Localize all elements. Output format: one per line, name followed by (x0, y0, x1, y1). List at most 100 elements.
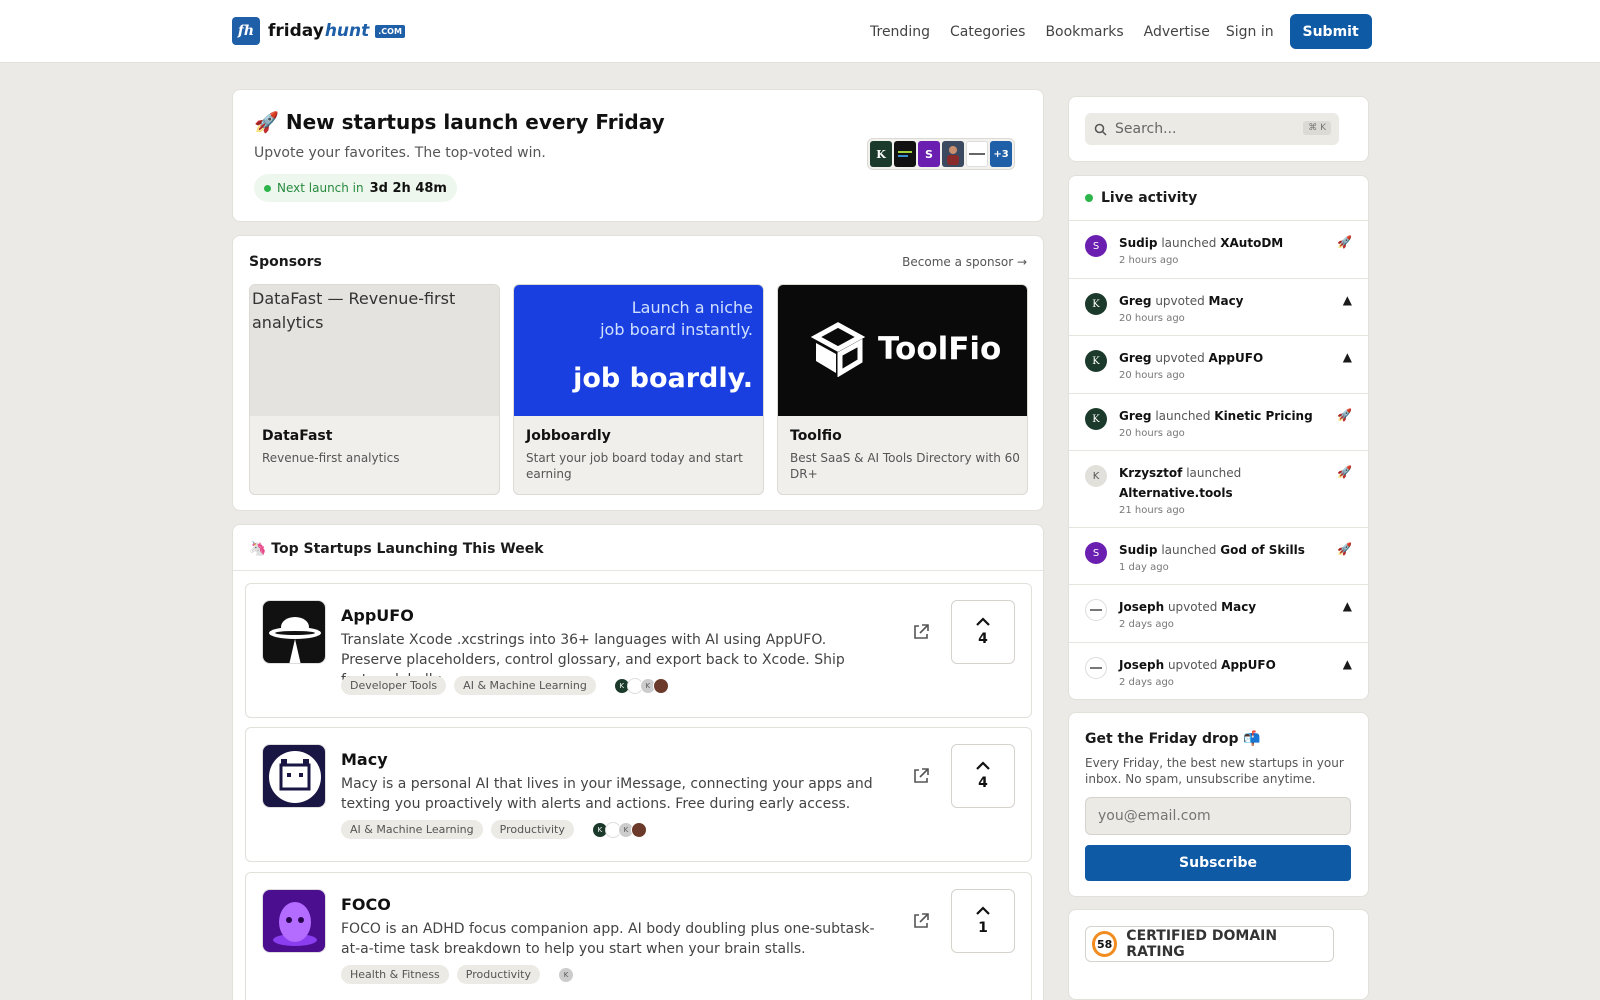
tag[interactable]: AI & Machine Learning (341, 820, 483, 839)
logo-word-hunt: hunt (324, 21, 370, 41)
activity-row[interactable]: Joseph upvoted AppUFO 2 days ago ▲ (1069, 642, 1368, 699)
activity-row[interactable]: Joseph upvoted Macy 2 days ago ▲ (1069, 584, 1368, 642)
activity-row[interactable]: K Greg upvoted Macy 20 hours ago ▲ (1069, 278, 1368, 335)
rocket-icon: 🚀 (1337, 408, 1352, 422)
wordmark-icon (969, 153, 985, 155)
email-field[interactable] (1085, 797, 1351, 835)
avatar (894, 141, 916, 167)
sponsor-name: Toolfio (790, 428, 842, 444)
startup-item-foco[interactable]: FOCO FOCO is an ADHD focus companion app… (245, 872, 1032, 1000)
activity-time: 2 days ago (1119, 677, 1174, 688)
rating-label: CERTIFIED DOMAIN RATING (1126, 928, 1278, 960)
startup-name[interactable]: AppUFO (341, 606, 414, 625)
sponsor-banner-toolfio: ToolFio (778, 285, 1027, 416)
submit-button[interactable]: Submit (1289, 14, 1372, 49)
purple-blob-icon (273, 902, 317, 946)
logo[interactable]: fh friday hunt .COM (232, 17, 405, 45)
activity-time: 1 day ago (1119, 562, 1169, 573)
startup-name[interactable]: Macy (341, 750, 388, 769)
avatar: K (1085, 465, 1107, 487)
vote-count: 1 (978, 920, 988, 936)
hero-title: 🚀 New startups launch every Friday (254, 110, 665, 134)
chevron-up-icon (976, 761, 990, 770)
activity-time: 2 days ago (1119, 619, 1174, 630)
startup-item-macy[interactable]: Macy Macy is a personal AI that lives in… (245, 727, 1032, 862)
sponsor-card-toolfio[interactable]: ToolFio Toolfio Best SaaS & AI Tools Dir… (777, 284, 1028, 495)
nav-advertise[interactable]: Advertise (1144, 24, 1210, 40)
logo-mark: fh (232, 17, 260, 45)
avatar: S (1085, 542, 1107, 564)
activity-text: Joseph upvoted AppUFO (1119, 658, 1276, 672)
activity-row[interactable]: K Greg launched Kinetic Pricing 20 hours… (1069, 393, 1368, 450)
startup-tags: AI & Machine Learning Productivity K K (341, 820, 647, 839)
avatar (1085, 657, 1107, 679)
upvote-button[interactable]: 4 (951, 744, 1015, 808)
sponsor-card-jobboardly[interactable]: Launch a niche job board instantly. job … (513, 284, 764, 495)
live-dot-icon (264, 184, 271, 192)
activity-time: 20 hours ago (1119, 313, 1185, 324)
activity-row[interactable]: S Sudip launched XAutoDM 2 hours ago 🚀 (1069, 220, 1368, 278)
external-link-icon[interactable] (911, 622, 931, 642)
sponsor-card-datafast[interactable]: DataFast — Revenue-first analytics DataF… (249, 284, 500, 495)
next-launch-countdown: 3d 2h 48m (369, 180, 447, 196)
upvote-button[interactable]: 1 (951, 889, 1015, 953)
rocket-icon: 🚀 (1337, 465, 1352, 479)
banner-tagline: Launch a niche job board instantly. (600, 298, 753, 339)
activity-row[interactable]: K Krzysztof launched Alternative.tools 2… (1069, 450, 1368, 527)
sign-in-link[interactable]: Sign in (1226, 24, 1274, 40)
search-input[interactable]: Search... ⌘ K (1085, 113, 1339, 145)
site-header: fh friday hunt .COM Trending Categories … (0, 0, 1600, 63)
startup-logo (262, 600, 326, 664)
nav-trending[interactable]: Trending (870, 24, 930, 40)
startup-name[interactable]: FOCO (341, 895, 391, 914)
tag[interactable]: Productivity (490, 820, 574, 839)
wordmark-icon (1090, 667, 1102, 669)
nav-bookmarks[interactable]: Bookmarks (1045, 24, 1123, 40)
keyboard-shortcut: ⌘ K (1303, 121, 1331, 135)
hero-subtitle: Upvote your favorites. The top-voted win… (254, 145, 546, 161)
tag[interactable]: Health & Fitness (341, 965, 449, 984)
launcher-avatars[interactable]: K S +3 (867, 138, 1015, 170)
vote-count: 4 (978, 775, 988, 791)
external-link-icon[interactable] (911, 911, 931, 931)
domain-rating-badge[interactable]: 58 CERTIFIED DOMAIN RATING (1085, 926, 1334, 962)
domain-rating-card: 58 CERTIFIED DOMAIN RATING (1068, 909, 1369, 1000)
startup-item-appufo[interactable]: AppUFO Translate Xcode .xcstrings into 3… (245, 583, 1032, 718)
avatar: S (1085, 235, 1107, 257)
sponsor-desc: Best SaaS & AI Tools Directory with 60 D… (790, 451, 1020, 481)
avatars-more-count: +3 (990, 141, 1012, 167)
voter-avatars: K (558, 966, 575, 983)
voter-avatars: K K (591, 821, 647, 838)
subscribe-button[interactable]: Subscribe (1085, 845, 1351, 881)
banner-brand: job boardly. (573, 363, 753, 394)
sponsor-name: DataFast (262, 428, 333, 444)
vote-count: 4 (978, 631, 988, 647)
upvote-button[interactable]: 4 (951, 600, 1015, 664)
activity-text: Greg upvoted AppUFO (1119, 351, 1264, 365)
sponsor-name: Jobboardly (526, 428, 611, 444)
avatar: K (870, 141, 892, 167)
sponsor-desc: Start your job board today and start ear… (526, 451, 743, 481)
tag[interactable]: Productivity (456, 965, 541, 984)
nav-categories[interactable]: Categories (950, 24, 1025, 40)
activity-time: 20 hours ago (1119, 370, 1185, 381)
startup-tags: Health & Fitness Productivity K (341, 965, 575, 984)
ufo-icon (269, 617, 321, 663)
tag[interactable]: Developer Tools (341, 676, 447, 695)
avatar: S (918, 141, 940, 167)
activity-text: Greg upvoted Macy (1119, 294, 1244, 308)
next-launch-label: Next launch in (277, 181, 364, 195)
avatar (630, 821, 647, 838)
rating-value: 58 (1092, 931, 1118, 957)
external-link-icon[interactable] (911, 766, 931, 786)
rocket-icon: 🚀 (1337, 235, 1352, 249)
activity-row[interactable]: S Sudip launched God of Skills 1 day ago… (1069, 527, 1368, 584)
search-placeholder: Search... (1115, 121, 1177, 137)
top-startups-heading: 🦄 Top Startups Launching This Week (249, 541, 544, 557)
become-sponsor-link[interactable]: Become a sponsor → (902, 255, 1027, 269)
sponsor-desc: Revenue-first analytics (262, 451, 400, 465)
pixel-cat-icon (269, 751, 321, 803)
tag[interactable]: AI & Machine Learning (454, 676, 596, 695)
activity-row[interactable]: K Greg upvoted AppUFO 20 hours ago ▲ (1069, 335, 1368, 393)
person-photo-icon (947, 146, 959, 165)
